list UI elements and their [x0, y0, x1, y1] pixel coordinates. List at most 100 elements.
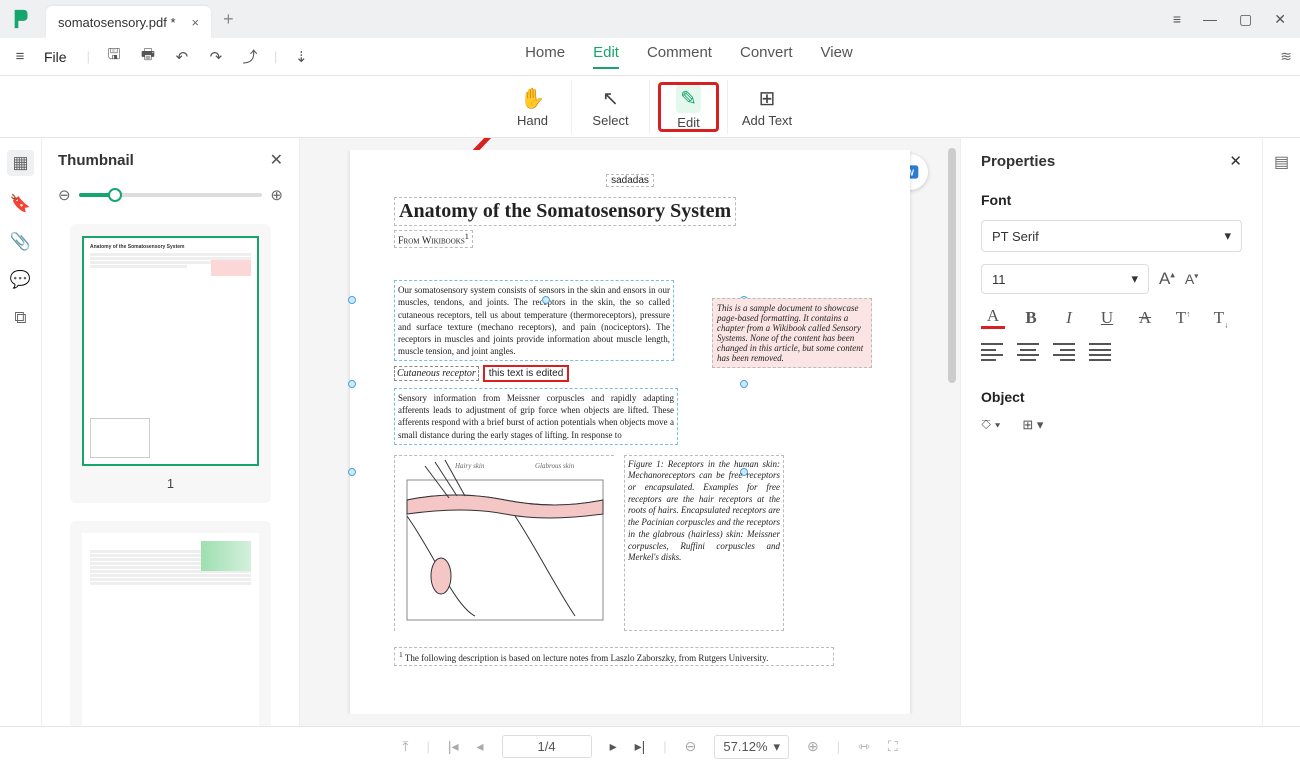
canvas: W sadadas Anatomy of the Somatosensory S…: [300, 138, 960, 726]
watermark-box[interactable]: sadadas: [606, 174, 654, 187]
zoom-in-footer-icon[interactable]: ⊕: [807, 738, 819, 755]
thumb-zoom-slider[interactable]: [79, 193, 263, 197]
layers-rail-icon[interactable]: ⧉: [14, 308, 26, 328]
object-align-button[interactable]: ⎏ ▾: [981, 417, 1000, 433]
share-icon[interactable]: ⤴: [240, 46, 260, 67]
properties-title: Properties: [981, 153, 1055, 170]
main-menu-icon[interactable]: ≡: [1173, 11, 1181, 28]
tab-home[interactable]: Home: [525, 44, 565, 69]
hamburger-icon[interactable]: ≡: [10, 48, 30, 65]
close-tab-icon[interactable]: ×: [192, 15, 200, 30]
thumbnail-rail-icon[interactable]: ▦: [7, 150, 33, 176]
collapse-ribbon-icon[interactable]: ≋: [1280, 48, 1290, 65]
prev-page-icon[interactable]: ◂: [477, 738, 484, 755]
next-page-icon[interactable]: ▸: [610, 738, 617, 755]
thumbnail-zoom: ⊖ ⊕: [42, 182, 299, 214]
font-color-button[interactable]: A: [981, 308, 1005, 329]
tab-edit[interactable]: Edit: [593, 44, 619, 69]
align-center-button[interactable]: [1017, 343, 1039, 361]
chevron-down-icon: ▾: [1131, 271, 1138, 287]
attachment-rail-icon[interactable]: 📎: [10, 232, 31, 252]
thumbnail-page-1[interactable]: Anatomy of the Somatosensory System: [82, 236, 259, 466]
align-left-button[interactable]: [981, 343, 1003, 361]
redo-icon[interactable]: ↷: [206, 48, 226, 66]
chevron-down-icon: ▾: [1224, 228, 1231, 244]
object-distribute-button[interactable]: ⊞ ▾: [1022, 417, 1043, 433]
subscript-button[interactable]: T↓: [1209, 308, 1233, 329]
strikethrough-button[interactable]: A: [1133, 308, 1157, 329]
document-tab[interactable]: somatosensory.pdf * ×: [46, 6, 211, 38]
align-right-button[interactable]: [1053, 343, 1075, 361]
bold-button[interactable]: B: [1019, 308, 1043, 329]
hand-tool[interactable]: ✋ Hand: [494, 80, 572, 134]
print-icon[interactable]: 🖶: [138, 44, 158, 69]
edited-text-box[interactable]: this text is edited: [483, 365, 569, 382]
tab-view[interactable]: View: [821, 44, 853, 69]
hand-icon: ✋: [520, 86, 545, 111]
cursor-icon: ↖: [602, 86, 619, 111]
tab-comment[interactable]: Comment: [647, 44, 712, 69]
superscript-button[interactable]: T↑: [1171, 308, 1195, 329]
fit-width-icon[interactable]: ⇿: [858, 738, 870, 755]
main-body: ▦ 🔖 📎 💬 ⧉ Thumbnail ✕ ⊖ ⊕ Anatomy of the…: [0, 138, 1300, 726]
thumbnail-panel-title: Thumbnail: [58, 152, 134, 169]
edit-ribbon: ✋ Hand ↖ Select ✎ Edit ⊞ Add Text: [0, 76, 1300, 138]
figure-caption-box[interactable]: Figure 1: Receptors in the human skin: M…: [624, 455, 784, 631]
close-thumbnail-icon[interactable]: ✕: [270, 150, 283, 170]
zoom-out-footer-icon[interactable]: ⊖: [685, 738, 697, 755]
comment-rail-icon[interactable]: 💬: [10, 270, 31, 290]
tab-convert[interactable]: Convert: [740, 44, 793, 69]
font-size-select[interactable]: 11 ▾: [981, 264, 1149, 294]
page-indicator[interactable]: 1/4: [502, 735, 592, 758]
close-window-icon[interactable]: ✕: [1274, 11, 1286, 28]
more-icon[interactable]: ⇣: [291, 48, 311, 66]
chevron-down-icon: ▾: [774, 739, 781, 755]
footnote-box[interactable]: 1 The following description is based on …: [394, 647, 834, 666]
doc-subtitle-box[interactable]: From Wikibooks1: [394, 230, 473, 248]
decrease-font-icon[interactable]: A▾: [1185, 271, 1198, 287]
properties-panel: Properties ✕ Font PT Serif ▾ 11 ▾ A▴ A▾ …: [960, 138, 1262, 726]
file-menu[interactable]: File: [44, 49, 67, 65]
close-properties-icon[interactable]: ✕: [1229, 152, 1242, 170]
maximize-icon[interactable]: ▢: [1239, 11, 1252, 28]
pdf-page[interactable]: sadadas Anatomy of the Somatosensory Sys…: [350, 150, 910, 714]
right-rail: ▤: [1262, 138, 1300, 726]
select-tool[interactable]: ↖ Select: [572, 80, 650, 134]
font-section-title: Font: [981, 192, 1242, 208]
title-bar: somatosensory.pdf * × + ≡ — ▢ ✕: [0, 0, 1300, 38]
sample-callout-box[interactable]: This is a sample document to showcase pa…: [712, 298, 872, 368]
edit-tool[interactable]: ✎ Edit: [650, 80, 728, 134]
thumbnail-page-2[interactable]: [82, 533, 259, 726]
bookmark-rail-icon[interactable]: 🔖: [10, 194, 31, 214]
last-page-icon[interactable]: ▸|: [635, 738, 646, 755]
vertical-scrollbar[interactable]: [948, 148, 956, 383]
first-page-icon[interactable]: |◂: [448, 738, 459, 755]
zoom-value[interactable]: 57.12% ▾: [714, 735, 789, 759]
edit-icon: ✎: [676, 84, 701, 113]
first-page-vert-icon[interactable]: ⤒: [402, 738, 408, 755]
align-justify-button[interactable]: [1089, 343, 1111, 361]
quick-toolbar: ≡ File | 🖫 🖶 ↶ ↷ ⤴ | ⇣ Home Edit Comment…: [0, 38, 1300, 76]
thumb-zoom-in-icon[interactable]: ⊕: [270, 186, 283, 204]
paragraph-1-box[interactable]: Our somatosensory system consists of sen…: [394, 280, 674, 361]
undo-icon[interactable]: ↶: [172, 48, 192, 66]
styles-rail-icon[interactable]: ▤: [1274, 152, 1289, 172]
italic-button[interactable]: I: [1057, 308, 1081, 329]
main-tabs: Home Edit Comment Convert View: [525, 44, 853, 69]
increase-font-icon[interactable]: A▴: [1159, 269, 1175, 289]
fit-page-icon[interactable]: ⛶: [888, 738, 898, 755]
paragraph-2-box[interactable]: Sensory information from Meissner corpus…: [394, 388, 678, 445]
thumbnail-panel: Thumbnail ✕ ⊖ ⊕ Anatomy of the Somatosen…: [42, 138, 300, 726]
thumb-page-num-1: 1: [82, 476, 259, 491]
cut-receptor-label[interactable]: Cutaneous receptor: [394, 366, 479, 381]
minimize-icon[interactable]: —: [1203, 11, 1217, 28]
new-tab-button[interactable]: +: [223, 9, 234, 30]
font-family-select[interactable]: PT Serif ▾: [981, 220, 1242, 252]
doc-title-box[interactable]: Anatomy of the Somatosensory System: [394, 197, 736, 226]
add-text-tool[interactable]: ⊞ Add Text: [728, 80, 806, 134]
thumb-zoom-out-icon[interactable]: ⊖: [58, 186, 71, 204]
object-section-title: Object: [981, 389, 1242, 405]
save-icon[interactable]: 🖫: [104, 44, 124, 69]
figure-image-box[interactable]: Hairy skin Glabrous skin: [394, 455, 614, 631]
underline-button[interactable]: U: [1095, 308, 1119, 329]
